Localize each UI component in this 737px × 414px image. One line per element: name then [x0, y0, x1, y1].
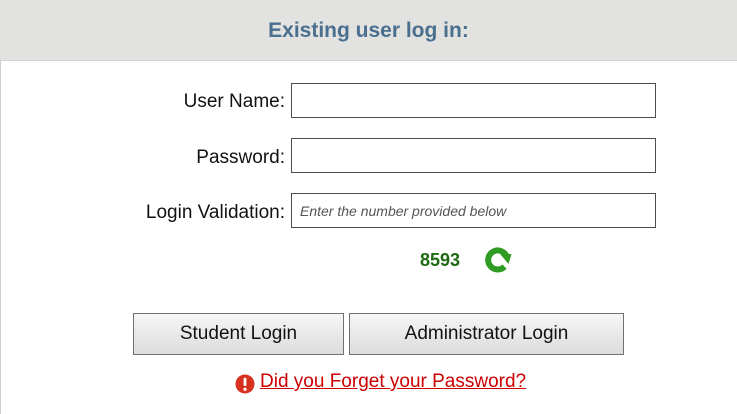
forgot-password-link[interactable]: Did you Forget your Password?	[260, 371, 526, 393]
login-header: Existing user log in:	[0, 0, 737, 61]
captcha-number: 8593	[420, 250, 461, 270]
refresh-icon[interactable]	[483, 245, 513, 275]
password-input[interactable]	[291, 138, 656, 173]
administrator-login-button[interactable]: Administrator Login	[349, 313, 624, 355]
validation-input[interactable]	[291, 193, 656, 228]
panel-left-border	[0, 60, 1, 414]
username-input[interactable]	[291, 83, 656, 118]
warning-icon	[235, 374, 255, 394]
username-label: User Name:	[183, 91, 285, 112]
login-panel: Existing user log in: User Name: Passwor…	[0, 0, 737, 414]
login-title: Existing user log in:	[268, 19, 469, 42]
validation-label: Login Validation:	[145, 202, 285, 223]
password-label: Password:	[196, 147, 285, 168]
student-login-button[interactable]: Student Login	[133, 313, 344, 355]
